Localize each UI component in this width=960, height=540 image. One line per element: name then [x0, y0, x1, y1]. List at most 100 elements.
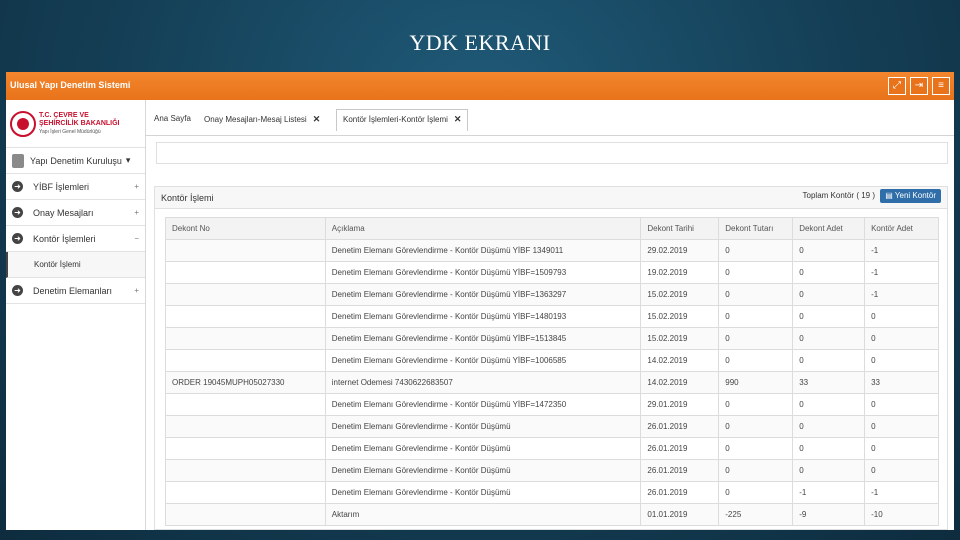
table-cell: 0: [864, 327, 939, 350]
sidebar-item-kontor-islemleri[interactable]: ➜ Kontör İşlemleri −: [6, 226, 145, 252]
tab-kontor-islemi[interactable]: Kontör İşlemleri-Kontör İşlemi ✕: [336, 109, 469, 131]
table-row[interactable]: Denetim Elemanı Görevlendirme - Kontör D…: [165, 327, 939, 350]
table-cell: 0: [718, 437, 794, 460]
table-cell: 0: [718, 283, 794, 306]
table-row[interactable]: Denetim Elemanı Görevlendirme - Kontör D…: [165, 437, 939, 460]
table-cell: -9: [792, 503, 866, 526]
table-cell: Denetim Elemanı Görevlendirme - Kontör D…: [324, 437, 642, 460]
table-cell: -1: [864, 239, 939, 262]
sidebar-item-onay-mesajlari[interactable]: ➜ Onay Mesajları +: [6, 200, 145, 226]
new-kontor-button[interactable]: ▤ Yeni Kontör: [880, 189, 941, 203]
expand-toggle-icon[interactable]: +: [134, 182, 139, 191]
collapse-toggle-icon[interactable]: −: [134, 234, 139, 243]
column-header[interactable]: Dekont Tarihi: [640, 217, 720, 240]
table-cell: [165, 503, 326, 526]
table-row[interactable]: Denetim Elemanı Görevlendirme - Kontör D…: [165, 415, 939, 438]
sidebar-subitem-kontor-islemi[interactable]: Kontör İşlemi: [6, 252, 145, 278]
table-row[interactable]: ORDER 19045MUPH05027330 internet Odemesi …: [165, 371, 939, 394]
table-cell: 14.02.2019: [640, 349, 720, 372]
table-row[interactable]: Denetim Elemanı Görevlendirme - Kontör D…: [165, 305, 939, 328]
menu-icon[interactable]: ≡: [932, 77, 950, 95]
table-cell: [165, 459, 326, 482]
table-cell: 0: [864, 349, 939, 372]
table-cell: -1: [792, 481, 866, 504]
table-cell: 0: [792, 239, 866, 262]
table-cell: 19.02.2019: [640, 261, 720, 284]
logout-icon[interactable]: ⇥: [910, 77, 928, 95]
table-cell: 0: [718, 261, 794, 284]
table-row[interactable]: Denetim Elemanı Görevlendirme - Kontör D…: [165, 261, 939, 284]
table-cell: [165, 415, 326, 438]
main-content: Ana Sayfa Onay Mesajları-Mesaj Listesi ✕ …: [146, 100, 954, 530]
close-icon[interactable]: ✕: [313, 114, 321, 124]
filter-bar: [156, 142, 948, 164]
table-row[interactable]: Denetim Elemanı Görevlendirme - Kontör D…: [165, 349, 939, 372]
table-cell: [165, 239, 326, 262]
table-cell: [165, 283, 326, 306]
table-cell: 0: [718, 349, 794, 372]
sidebar-item-label: Kontör İşlemleri: [33, 233, 96, 244]
table-cell: -1: [864, 261, 939, 284]
column-header[interactable]: Dekont Tutarı: [718, 217, 794, 240]
tab-label: Ana Sayfa: [154, 114, 191, 123]
expand-toggle-icon[interactable]: +: [134, 208, 139, 217]
close-icon[interactable]: ✕: [454, 114, 462, 124]
table-cell: [165, 305, 326, 328]
column-header[interactable]: Kontör Adet: [864, 217, 939, 240]
table-cell: Denetim Elemanı Görevlendirme - Kontör D…: [324, 305, 642, 328]
table-row[interactable]: Denetim Elemanı Görevlendirme - Kontör D…: [165, 393, 939, 416]
table-cell: 0: [864, 393, 939, 416]
table-cell: 0: [718, 305, 794, 328]
table-cell: 0: [718, 327, 794, 350]
document-icon: ▤: [885, 191, 893, 200]
chevron-down-icon: ▾: [125, 155, 131, 165]
table-cell: Aktarım: [324, 503, 642, 526]
table-cell: 0: [792, 393, 866, 416]
column-header[interactable]: Açıklama: [324, 217, 642, 240]
table-cell: [165, 481, 326, 504]
table-cell: 01.01.2019: [640, 503, 720, 526]
table-cell: 29.01.2019: [640, 393, 720, 416]
kontor-panel: Kontör İşlemi Toplam Kontör ( 19 ) ▤ Yen…: [154, 186, 948, 530]
table-cell: 0: [718, 459, 794, 482]
expand-icon[interactable]: ⤢: [888, 77, 906, 95]
table-cell: -1: [864, 283, 939, 306]
tab-onay-mesajlari[interactable]: Onay Mesajları-Mesaj Listesi ✕: [204, 114, 320, 125]
sidebar-item-denetim-elemanlari[interactable]: ➜ Denetim Elemanları +: [6, 278, 145, 304]
slide-title: YDK EKRANI: [409, 30, 551, 55]
table-cell: 0: [792, 327, 866, 350]
tab-ana-sayfa[interactable]: Ana Sayfa: [154, 114, 191, 123]
table-cell: -1: [864, 481, 939, 504]
table-cell: Denetim Elemanı Görevlendirme - Kontör D…: [324, 239, 642, 262]
table-cell: 0: [718, 481, 794, 504]
table-row[interactable]: Denetim Elemanı Görevlendirme - Kontör D…: [165, 239, 939, 262]
column-header[interactable]: Dekont Adet: [792, 217, 866, 240]
table-cell: Denetim Elemanı Görevlendirme - Kontör D…: [324, 349, 642, 372]
table-cell: [165, 393, 326, 416]
table-row[interactable]: Denetim Elemanı Görevlendirme - Kontör D…: [165, 481, 939, 504]
arrow-right-icon: ➜: [12, 207, 23, 218]
table-cell: Denetim Elemanı Görevlendirme - Kontör D…: [324, 459, 642, 482]
user-menu[interactable]: Yapı Denetim Kuruluşu ▾: [6, 148, 145, 174]
arrow-right-icon: ➜: [12, 233, 23, 244]
user-name: Yapı Denetim Kuruluşu: [30, 155, 122, 166]
table-cell: 0: [718, 415, 794, 438]
app-title: Ulusal Yapı Denetim Sistemi: [10, 80, 131, 90]
sidebar-item-yibf[interactable]: ➜ YİBF İşlemleri +: [6, 174, 145, 200]
logo-line-2: ŞEHİRCİLİK BAKANLIĞI: [39, 119, 120, 127]
table-cell: [165, 349, 326, 372]
table-cell: 26.01.2019: [640, 481, 720, 504]
column-header[interactable]: Dekont No: [165, 217, 326, 240]
arrow-right-icon: ➜: [12, 285, 23, 296]
table-row[interactable]: Denetim Elemanı Görevlendirme - Kontör D…: [165, 459, 939, 482]
table-cell: [165, 327, 326, 350]
table-cell: Denetim Elemanı Görevlendirme - Kontör D…: [324, 481, 642, 504]
expand-toggle-icon[interactable]: +: [134, 286, 139, 295]
table-cell: 15.02.2019: [640, 283, 720, 306]
table-row[interactable]: Denetim Elemanı Görevlendirme - Kontör D…: [165, 283, 939, 306]
table-cell: 0: [792, 261, 866, 284]
logo-line-1: T.C. ÇEVRE VE: [39, 111, 89, 119]
table-cell: 0: [792, 415, 866, 438]
table-row[interactable]: Aktarım 01.01.2019 -225 -9 -10: [165, 503, 939, 526]
table-cell: 33: [864, 371, 939, 394]
